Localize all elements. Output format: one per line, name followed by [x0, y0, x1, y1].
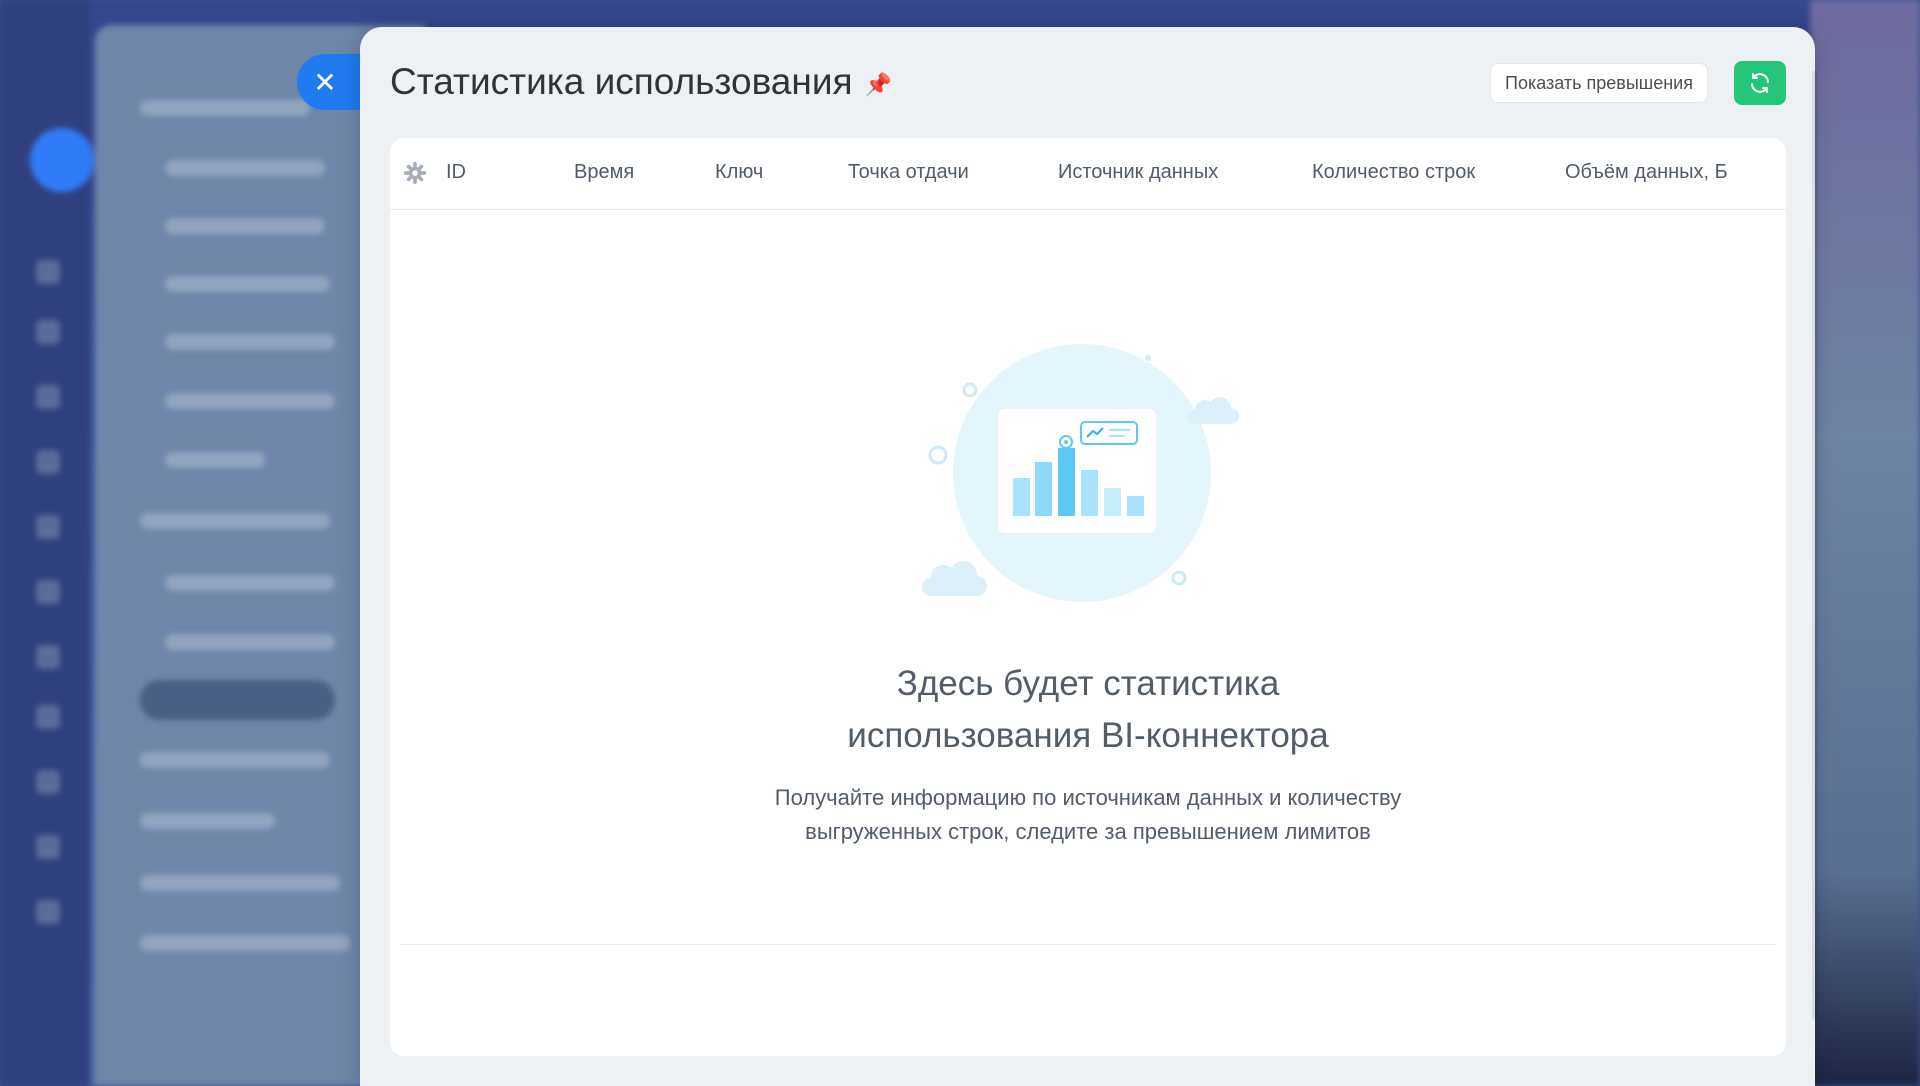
background-menu-line: [165, 634, 335, 650]
background-menu-line: [140, 752, 330, 768]
background-menu-line: [140, 875, 340, 891]
background-menu-line: [165, 575, 335, 591]
background-rail-icon: [36, 320, 60, 344]
slider-panel: Статистика использования 📌 Показать прев…: [360, 27, 1815, 1086]
empty-state-desc-line: выгруженных строк, следите за превышение…: [805, 819, 1371, 844]
background-rail-icon: [36, 645, 60, 669]
show-excess-button[interactable]: Показать превышения: [1490, 63, 1708, 103]
refresh-button[interactable]: [1734, 61, 1786, 105]
background-rail-icon: [36, 835, 60, 859]
background-rail-icon: [36, 770, 60, 794]
column-header-endpoint[interactable]: Точка отдачи: [848, 161, 969, 184]
background-rail-icon: [36, 705, 60, 729]
background-rail-icon: [36, 385, 60, 409]
gear-icon[interactable]: [404, 162, 426, 184]
background-menu-line: [140, 813, 275, 829]
show-excess-label: Показать превышения: [1505, 72, 1693, 93]
background-right-area: [1810, 0, 1920, 1086]
empty-state-title-line: Здесь будет статистика: [896, 664, 1280, 703]
pin-icon[interactable]: 📌: [865, 72, 892, 98]
background-menu-line: [165, 160, 325, 176]
background-rail-icon: [36, 260, 60, 284]
background-menu-active: [140, 680, 335, 720]
background-menu-line: [165, 218, 325, 234]
close-icon: ✕: [313, 66, 337, 98]
background-rail-icon: [36, 450, 60, 474]
column-header-id[interactable]: ID: [446, 161, 466, 184]
background-rail-icon: [36, 515, 60, 539]
page-title: Статистика использования: [390, 61, 853, 102]
column-header-data-source[interactable]: Источник данных: [1058, 161, 1218, 184]
background-menu-line: [165, 334, 335, 350]
empty-state-illustration: [922, 344, 1239, 602]
background-left-rail: [0, 0, 94, 1086]
column-header-time[interactable]: Время: [574, 161, 634, 184]
background-rail-icon: [36, 580, 60, 604]
table-footer-divider: [400, 944, 1776, 945]
empty-state-title: Здесь будет статистика использования BI-…: [390, 658, 1786, 762]
column-header-key[interactable]: Ключ: [715, 161, 763, 184]
refresh-icon: [1751, 73, 1769, 93]
background-menu-line: [140, 513, 330, 529]
table-header: ID Время Ключ Точка отдачи Источник данн…: [390, 138, 1786, 210]
background-menu-line: [140, 935, 350, 951]
column-header-row-count[interactable]: Количество строк: [1312, 161, 1475, 184]
page-title-container: Статистика использования 📌: [390, 61, 892, 103]
empty-state-description: Получайте информацию по источникам данны…: [390, 781, 1786, 849]
background-menu-line: [165, 452, 265, 468]
empty-state-title-line: использования BI-коннектора: [847, 716, 1329, 755]
background-menu-line: [140, 100, 310, 116]
empty-state-desc-line: Получайте информацию по источникам данны…: [774, 785, 1402, 810]
slider-scrollbar[interactable]: [1812, 70, 1818, 1020]
background-avatar: [30, 128, 94, 192]
background-menu-line: [165, 393, 335, 409]
statistics-table-card: ID Время Ключ Точка отдачи Источник данн…: [390, 138, 1786, 1056]
column-header-data-volume[interactable]: Объём данных, Б: [1565, 161, 1728, 184]
background-menu-line: [165, 276, 330, 292]
background-rail-icon: [36, 900, 60, 924]
